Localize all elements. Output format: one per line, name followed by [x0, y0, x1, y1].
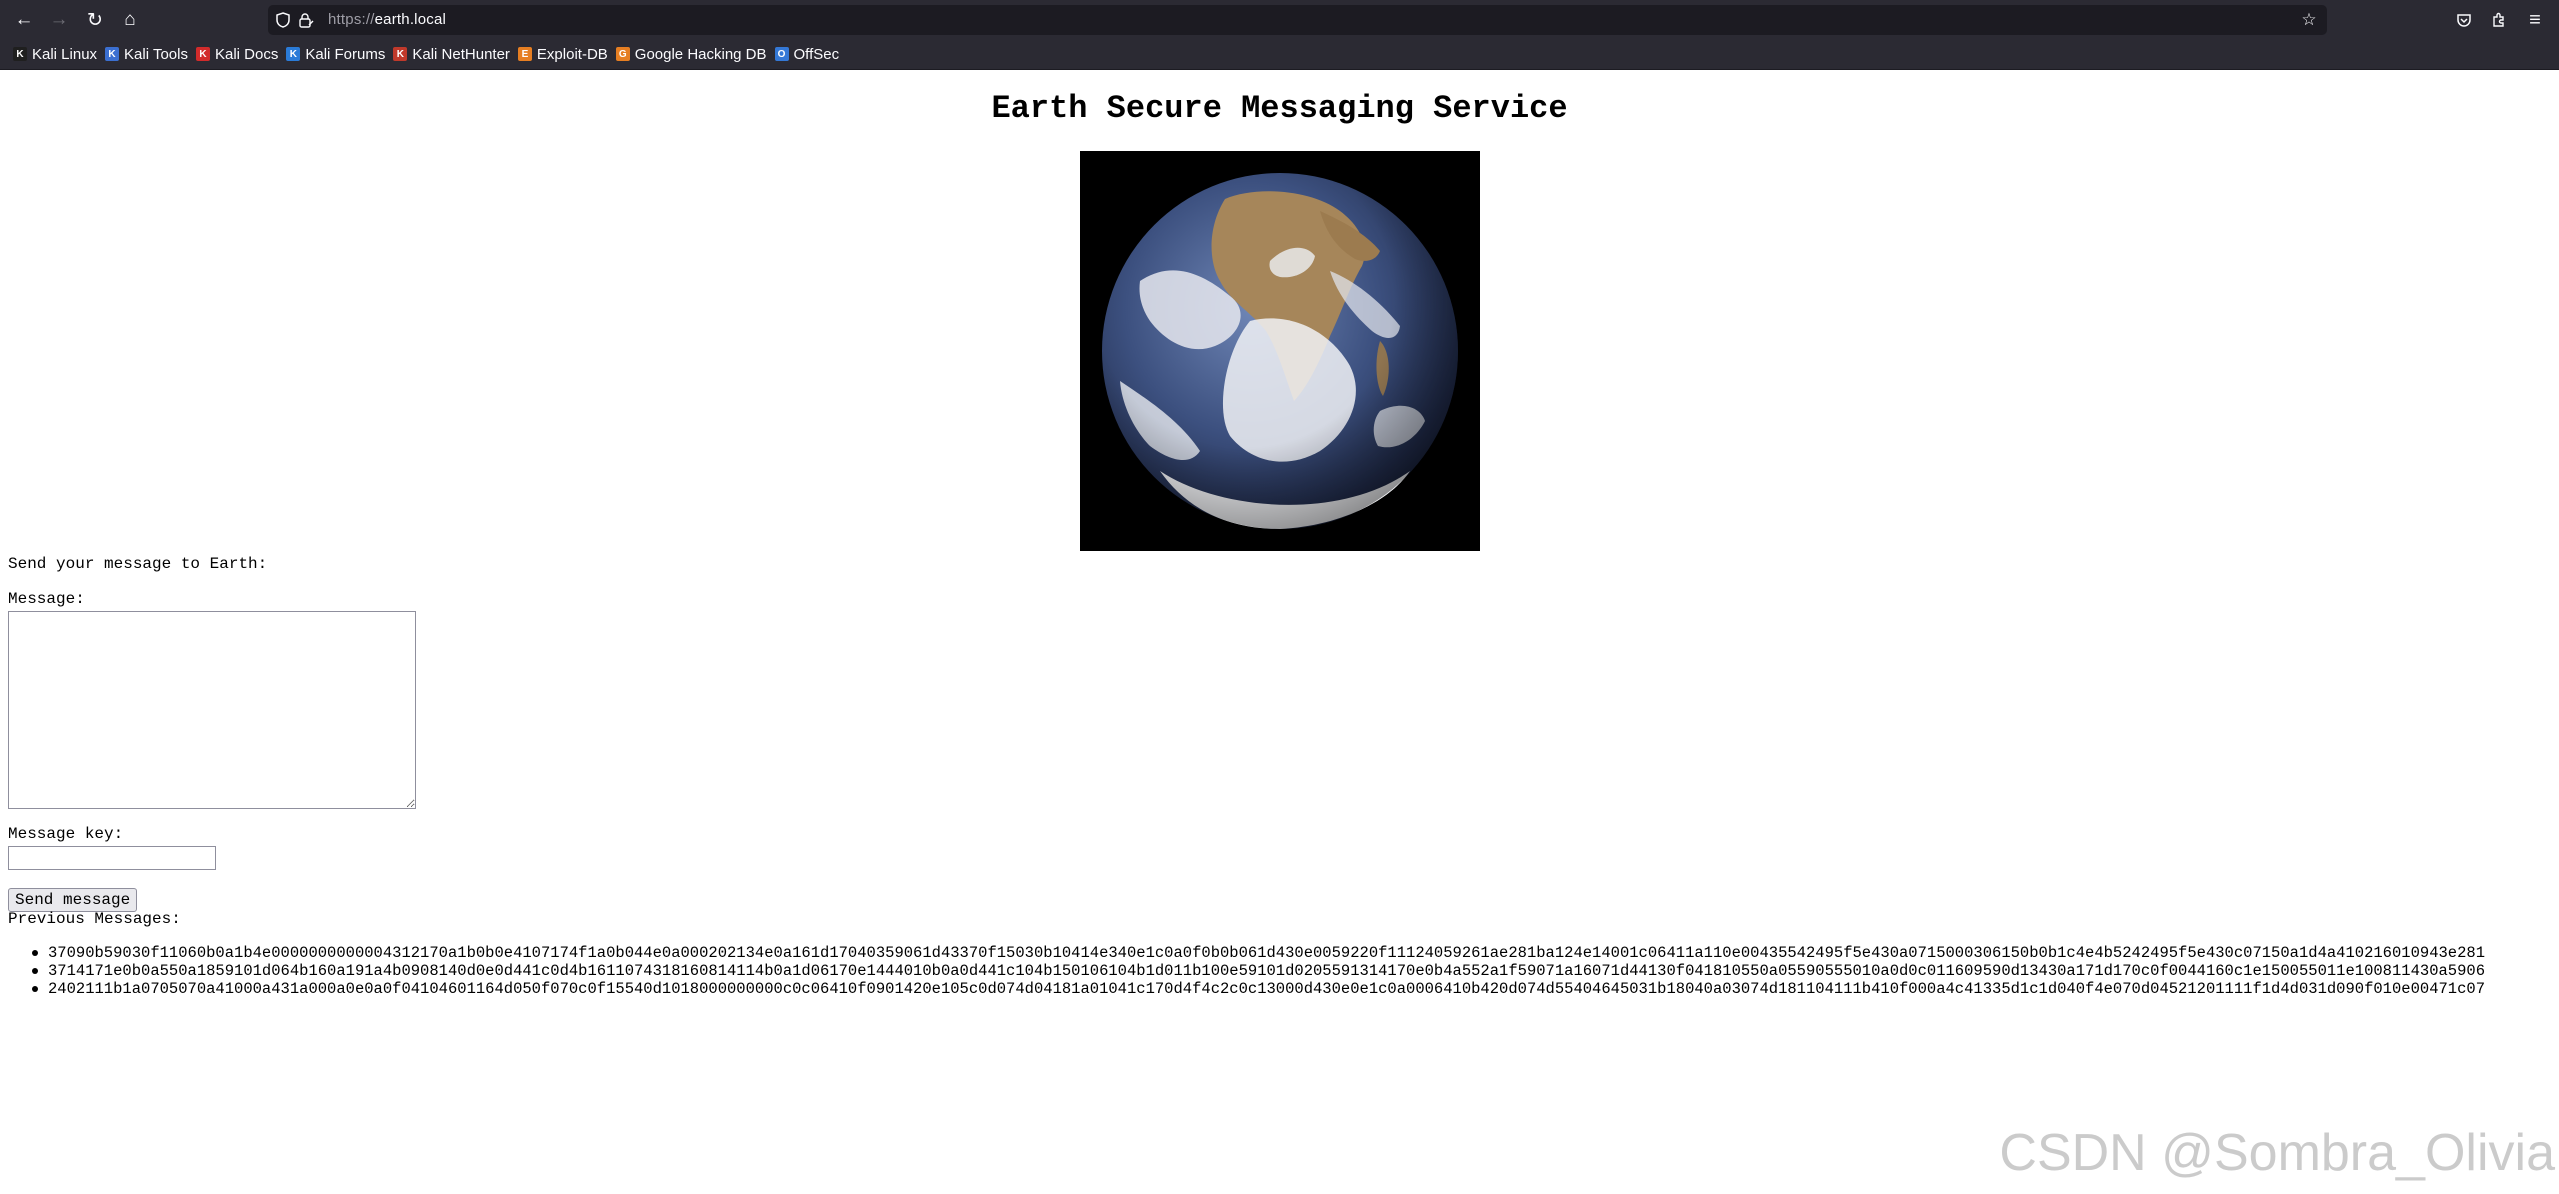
reload-button[interactable]: ↻: [80, 5, 110, 35]
earth-image: [1080, 151, 1480, 551]
url-bar[interactable]: https://earth.local ☆: [268, 5, 2327, 35]
message-label: Message:: [8, 590, 85, 608]
extensions-button[interactable]: [2484, 5, 2514, 35]
shield-icon[interactable]: [272, 5, 294, 35]
bookmark-kali-tools[interactable]: K Kali Tools: [102, 42, 193, 66]
back-arrow-icon: ←: [14, 9, 34, 30]
previous-message-item: 37090b59030f11060b0a1b4e0000000000004312…: [32, 944, 2485, 962]
bookmark-favicon-icon: E: [517, 47, 532, 61]
bookmark-label: Kali Linux: [32, 45, 98, 63]
bookmark-kali-docs[interactable]: K Kali Docs: [193, 42, 283, 66]
message-key-input[interactable]: [8, 846, 216, 870]
browser-toolbar: ← → ↻ ⌂ https://earth.local ☆ ≡: [0, 0, 2559, 39]
previous-messages-label: Previous Messages:: [8, 910, 181, 928]
bookmark-offsec[interactable]: O OffSec: [772, 42, 845, 66]
bookmark-favicon-icon: O: [774, 47, 789, 61]
url-scheme: https://: [328, 11, 375, 28]
bookmark-label: Kali NetHunter: [412, 45, 510, 63]
bookmark-favicon-icon: K: [105, 47, 120, 61]
home-icon: ⌂: [124, 9, 136, 30]
bookmark-kali-forums[interactable]: K Kali Forums: [283, 42, 390, 66]
back-button[interactable]: ←: [9, 5, 39, 35]
menu-button[interactable]: ≡: [2520, 5, 2550, 35]
bookmark-google-hacking-db[interactable]: G Google Hacking DB: [613, 42, 772, 66]
bookmarks-toolbar: K Kali Linux K Kali Tools K Kali Docs K Kali Fo…: [0, 39, 2559, 70]
bookmark-favicon-icon: K: [393, 47, 408, 61]
bookmark-label: Kali Tools: [124, 45, 188, 63]
url-host: earth.local: [374, 11, 447, 28]
reload-icon: ↻: [87, 9, 103, 31]
earth-globe-graphic: [1080, 151, 1480, 551]
bookmark-favicon-icon: K: [286, 47, 301, 61]
pocket-icon: [2457, 14, 2471, 27]
url-text[interactable]: https://earth.local: [328, 5, 446, 35]
bookmark-favicon-icon: K: [195, 47, 210, 61]
lock-icon[interactable]: [295, 5, 317, 35]
previous-message-item: 3714171e0b0a550a1859101d064b160a191a4b09…: [32, 962, 2485, 980]
message-textarea[interactable]: [8, 611, 416, 809]
forward-arrow-icon: →: [49, 9, 69, 30]
message-key-label: Message key:: [8, 825, 124, 843]
bookmark-label: Kali Docs: [214, 45, 279, 63]
bookmark-label: OffSec: [793, 45, 840, 63]
bookmark-exploit-db[interactable]: E Exploit-DB: [515, 42, 613, 66]
home-button[interactable]: ⌂: [115, 5, 145, 35]
page-title: Earth Secure Messaging Service: [991, 90, 1568, 127]
pocket-button[interactable]: [2449, 5, 2479, 35]
extensions-icon: [2493, 12, 2504, 27]
bookmark-favicon-icon: K: [13, 47, 27, 61]
hamburger-menu-icon: ≡: [2529, 8, 2541, 31]
forward-button[interactable]: →: [44, 5, 74, 35]
csdn-watermark: CSDN @Sombra_Olivia: [1999, 1124, 2555, 1182]
bookmark-label: Exploit-DB: [536, 45, 608, 63]
bookmark-label: Kali Forums: [305, 45, 386, 63]
previous-message-item: 2402111b1a0705070a41000a431a000a0e0a0f04…: [32, 980, 2485, 998]
bookmark-favicon-icon: G: [615, 47, 630, 61]
previous-messages-list: 37090b59030f11060b0a1b4e0000000000004312…: [32, 944, 2485, 998]
bookmark-kali-nethunter[interactable]: K Kali NetHunter: [390, 42, 515, 66]
page-content: Earth Secure Messaging Service Send your…: [0, 71, 2559, 1194]
bookmark-label: Google Hacking DB: [634, 45, 767, 63]
send-prompt-text: Send your message to Earth:: [8, 555, 268, 573]
bookmark-kali-linux[interactable]: K Kali Linux: [10, 42, 102, 66]
bookmark-star-icon[interactable]: ☆: [2297, 5, 2321, 35]
